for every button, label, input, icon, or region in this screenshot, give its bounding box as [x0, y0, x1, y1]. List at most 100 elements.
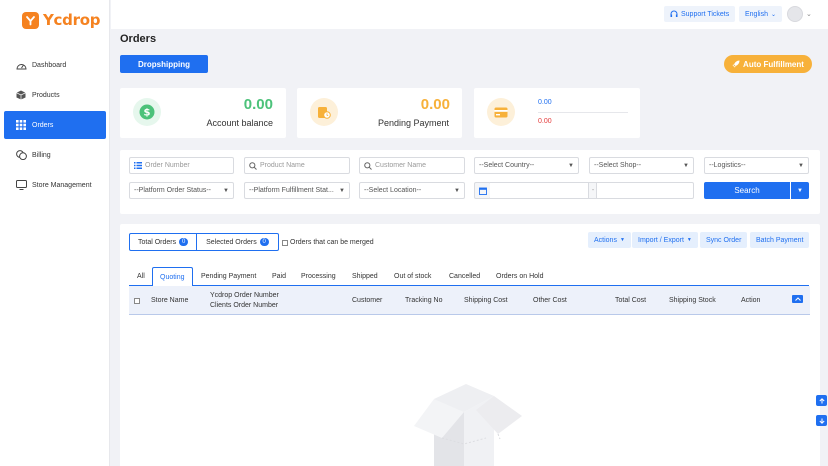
- product-name-placeholder: Product Name: [260, 162, 305, 169]
- tab-paid[interactable]: Paid: [272, 267, 286, 286]
- checkbox[interactable]: [134, 297, 140, 304]
- tab-orders-on-hold[interactable]: Orders on Hold: [496, 267, 543, 286]
- search-options-button[interactable]: ▼: [791, 182, 809, 199]
- chevron-down-icon: ⌄: [770, 11, 776, 18]
- collapse-button[interactable]: [792, 295, 803, 303]
- actions-dropdown[interactable]: Actions ▼: [588, 232, 631, 248]
- caret-down-icon: ▼: [339, 187, 345, 194]
- column-shipping-stock: Shipping Stock: [669, 297, 716, 304]
- dropshipping-button[interactable]: Dropshipping: [120, 55, 208, 73]
- wallet-icon: [310, 98, 338, 126]
- pending-payment-card: 0.00 Pending Payment: [297, 88, 462, 138]
- box-icon: [15, 89, 27, 101]
- order-count-toggle: Total Orders 0 Selected Orders 0: [129, 233, 279, 251]
- shop-value: --Select Shop--: [594, 162, 642, 169]
- import-export-dropdown[interactable]: Import / Export ▼: [632, 232, 698, 248]
- sidebar-item-store-management[interactable]: Store Management: [4, 171, 106, 199]
- sidebar-item-label: Store Management: [32, 181, 92, 189]
- customer-name-input[interactable]: Customer Name: [359, 157, 465, 174]
- scroll-to-bottom-button[interactable]: [816, 415, 827, 426]
- scroll-to-top-button[interactable]: [816, 395, 827, 406]
- checkbox[interactable]: [282, 239, 288, 246]
- sidebar-item-label: Dashboard: [32, 61, 67, 69]
- shop-select[interactable]: --Select Shop-- ▼: [589, 157, 694, 174]
- sidebar-item-dashboard[interactable]: Dashboard: [4, 51, 106, 79]
- location-select[interactable]: --Select Location-- ▼: [359, 182, 465, 199]
- sidebar-item-products[interactable]: Products: [4, 81, 106, 109]
- tab-shipped[interactable]: Shipped: [352, 267, 378, 286]
- mergeable-orders-checkbox[interactable]: Orders that can be merged: [282, 239, 374, 246]
- column-other-cost: Other Cost: [533, 297, 567, 304]
- order-number-input[interactable]: Order Number: [129, 157, 234, 174]
- pending-payment-label: Pending Payment: [377, 118, 449, 128]
- account-balance-card: $ 0.00 Account balance: [120, 88, 286, 138]
- card3-value-bottom: 0.00: [538, 118, 552, 125]
- orders-panel: Total Orders 0 Selected Orders 0 Orders …: [120, 224, 820, 466]
- column-shipping-cost: Shipping Cost: [464, 297, 508, 304]
- top-bar: Support Tickets English ⌄ ⌄: [111, 0, 828, 29]
- tab-processing[interactable]: Processing: [301, 267, 336, 286]
- column-order-number: Ycdrop Order Number Clients Order Number: [210, 286, 279, 315]
- credit-card-icon: [487, 98, 515, 126]
- actions-label: Actions: [594, 236, 617, 244]
- total-orders-badge: 0: [179, 238, 189, 246]
- support-tickets-button[interactable]: Support Tickets: [664, 6, 736, 22]
- column-order-number-line2: Clients Order Number: [210, 301, 279, 309]
- import-export-label: Import / Export: [638, 236, 684, 244]
- pending-payment-value: 0.00: [420, 96, 450, 113]
- column-tracking-no: Tracking No: [405, 297, 443, 304]
- language-label: English: [745, 10, 768, 18]
- sidebar-item-billing[interactable]: Billing: [4, 141, 106, 169]
- tab-cancelled[interactable]: Cancelled: [449, 267, 480, 286]
- caret-down-icon: ▼: [454, 187, 460, 194]
- sidebar-item-label: Orders: [32, 121, 54, 129]
- logo-mark-icon: [22, 11, 39, 29]
- total-orders-button[interactable]: Total Orders 0: [129, 233, 198, 251]
- coins-icon: [15, 149, 27, 161]
- tab-quoting[interactable]: Quoting: [152, 267, 193, 287]
- logistics-select[interactable]: --Logistics-- ▼: [704, 157, 809, 174]
- order-status-tabs: All Quoting Pending Payment Paid Process…: [129, 267, 809, 287]
- select-all-checkbox[interactable]: [134, 286, 142, 315]
- avatar[interactable]: [787, 6, 803, 22]
- caret-down-icon: ▼: [798, 162, 804, 169]
- list-icon: [134, 162, 142, 169]
- sync-order-button[interactable]: Sync Order: [700, 232, 748, 248]
- support-tickets-label: Support Tickets: [681, 10, 730, 18]
- platform-fulfillment-status-value: --Platform Fulfillment Stat...: [249, 187, 334, 194]
- platform-order-status-select[interactable]: --Platform Order Status-- ▼: [129, 182, 234, 199]
- platform-order-status-value: --Platform Order Status--: [134, 187, 212, 194]
- tab-all[interactable]: All: [137, 267, 145, 286]
- date-start-input[interactable]: [490, 182, 589, 199]
- date-end-input[interactable]: [596, 182, 694, 199]
- search-button[interactable]: Search: [704, 182, 790, 199]
- svg-text:$: $: [144, 108, 151, 119]
- platform-fulfillment-status-select[interactable]: --Platform Fulfillment Stat... ▼: [244, 182, 350, 199]
- arrow-down-icon: [818, 418, 825, 424]
- logistics-value: --Logistics--: [709, 162, 746, 169]
- country-select[interactable]: --Select Country-- ▼: [474, 157, 579, 174]
- gauge-icon: [15, 59, 27, 71]
- language-selector[interactable]: English ⌄: [739, 6, 782, 22]
- brand-logo[interactable]: Ycdrop: [22, 11, 100, 29]
- calendar-button[interactable]: [474, 182, 491, 199]
- tab-pending-payment[interactable]: Pending Payment: [201, 267, 256, 286]
- tab-out-of-stock[interactable]: Out of stock: [394, 267, 431, 286]
- column-store-name: Store Name: [151, 297, 189, 304]
- sidebar-item-orders[interactable]: Orders: [4, 111, 106, 139]
- product-name-input[interactable]: Product Name: [244, 157, 350, 174]
- caret-down-icon: ▼: [797, 187, 803, 194]
- credit-card-summary: 0.00 0.00: [474, 88, 640, 138]
- headset-icon: [670, 10, 678, 18]
- divider: [538, 112, 628, 113]
- account-balance-label: Account balance: [206, 118, 273, 128]
- chevron-down-icon[interactable]: ⌄: [806, 10, 812, 18]
- mergeable-orders-label: Orders that can be merged: [290, 239, 374, 246]
- batch-payment-button[interactable]: Batch Payment: [750, 232, 810, 248]
- selected-orders-button[interactable]: Selected Orders 0: [197, 233, 279, 251]
- auto-fulfillment-button[interactable]: Auto Fulfillment: [724, 55, 812, 73]
- sidebar-nav: Dashboard Products Orders Billing Store …: [4, 51, 106, 201]
- customer-name-placeholder: Customer Name: [375, 162, 426, 169]
- sidebar: Ycdrop Dashboard Products Orders Billing: [0, 0, 110, 466]
- orders-table-header: Store Name Ycdrop Order Number Clients O…: [129, 286, 810, 315]
